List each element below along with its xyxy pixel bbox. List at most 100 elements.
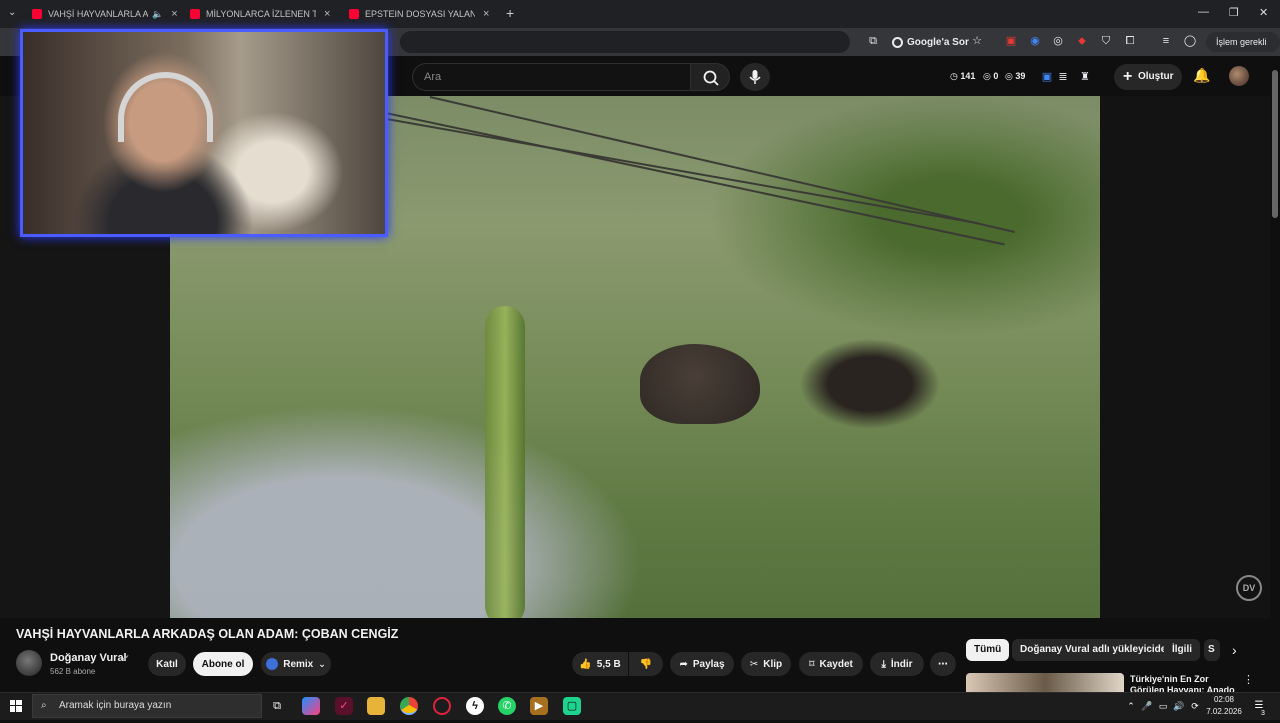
extension-gmail-icon[interactable]: ▣ [1004,34,1018,48]
windows-search-input[interactable]: ⌕ Aramak için buraya yazın [32,694,262,718]
channel-avatar[interactable] [16,650,42,676]
subscriber-count: 562 B abone [50,667,96,676]
tab-epstein[interactable]: EPSTEIN DOSYASI YALAN SÖYL × [349,4,499,24]
profile-icon[interactable]: ◯ [1183,34,1197,48]
app-circle-icon[interactable]: ϟ [466,697,484,715]
sync-icon[interactable]: ⟳ [1186,697,1204,715]
chevron-down-icon: ⌄ [318,658,326,669]
notifications-bell-icon[interactable]: 🔔 [1193,68,1210,82]
save-button[interactable]: ⌑ Kaydet [799,652,863,676]
power-line [319,98,1005,246]
notification-count-badge: 3 [1261,710,1265,717]
microphone-icon [749,70,761,84]
reading-list-icon[interactable]: ≡ [1159,34,1173,48]
chip-all[interactable]: Tümü [966,639,1010,661]
address-bar[interactable] [400,31,850,53]
extension-translate-icon[interactable]: ◉ [1028,34,1042,48]
join-button[interactable]: Katıl [148,652,186,676]
dislike-button[interactable]: 👎 [629,652,663,676]
tab-close-icon[interactable]: × [171,8,177,20]
voice-search-button[interactable] [740,63,770,91]
tab-milyonlarca[interactable]: MİLYONLARCA İZLENEN TREN × [190,4,340,24]
scissors-icon: ✂ [749,658,759,670]
recommendation-title[interactable]: Türkiye'nin En Zor Görülen Hayvanı: Anad… [1130,674,1240,694]
recommendation-thumbnail[interactable] [966,673,1124,693]
search-input[interactable]: Ara [412,63,690,91]
subscribe-button[interactable]: Abone ol [193,652,253,676]
bookmark-star-icon[interactable]: ☆ [970,34,984,48]
search-icon [703,70,719,86]
google-sor-button[interactable]: Google'a Sor [886,33,975,51]
plus-icon: + [1123,68,1133,85]
account-avatar[interactable] [1229,66,1249,86]
bookmark-icon: ⌑ [809,658,815,670]
file-explorer-icon[interactable] [367,697,385,715]
youtube-icon [190,9,200,19]
app-vector-icon[interactable]: ✓ [335,697,353,715]
streamer-webcam-overlay [20,29,388,237]
notification-center-icon[interactable]: ☰ 3 [1250,697,1268,717]
tab-search-chevron-icon[interactable]: ⌄ [8,7,16,18]
task-view-icon[interactable]: ⧉ [268,697,286,715]
power-line [289,101,980,225]
download-icon: ⤓ [881,658,886,670]
update-action-button[interactable]: İşlem gerekli ⋮ [1206,32,1280,67]
create-button[interactable]: + Oluştur [1114,64,1182,90]
verified-check-icon: ✔ [122,653,130,663]
like-button[interactable]: 👍 5,5 B [572,652,628,676]
eye-icon: ◎ [1005,71,1013,81]
youtube-icon [32,9,42,19]
extensions-puzzle-icon[interactable]: ⧠ [1123,34,1137,48]
minimize-icon[interactable]: — [1198,6,1209,18]
tab-close-icon[interactable]: × [324,8,330,20]
scrollbar-thumb[interactable] [1272,70,1278,218]
remix-icon [266,658,279,670]
remix-button[interactable]: Remix ⌄ [261,652,331,676]
media-player-icon[interactable]: ▶ [530,697,548,715]
search-icon: ⌕ [41,700,47,711]
extension-badge-icon[interactable]: ▣ [1040,70,1054,84]
page-background-right [1100,96,1270,618]
channel-watermark-logo[interactable]: DV [1236,575,1262,601]
more-vertical-icon[interactable]: ⋮ [1243,673,1254,686]
headphones-figure [118,72,213,142]
copilot-icon[interactable] [302,697,320,715]
extension-globe-icon[interactable]: ◎ [1051,34,1065,48]
clip-button[interactable]: ✂ Klip [741,652,791,676]
share-arrow-icon: ➦ [679,658,688,670]
more-horizontal-icon: ⋯ [938,658,948,670]
eye-icon: ◎ [983,71,991,81]
chip-from-uploader[interactable]: Doğanay Vural adlı yükleyiciden [1012,639,1181,661]
chevron-right-icon[interactable]: › [1232,642,1237,658]
extension-shield-icon[interactable]: ⛉ [1099,34,1113,48]
chip-partial[interactable]: S [1204,639,1220,661]
channel-name[interactable]: Doğanay Vural [50,652,127,664]
download-button[interactable]: ⤓ İndir [870,652,924,676]
app-screen-icon[interactable]: ▢ [563,697,581,715]
extension-trophy-icon[interactable]: ♜ [1078,70,1092,84]
windows-start-icon[interactable] [7,697,25,715]
more-actions-button[interactable]: ⋯ [930,652,956,676]
windows-logo-icon [10,700,22,712]
extension-pin-icon[interactable]: ⬥ [1075,34,1089,48]
window-close-icon[interactable]: ✕ [1259,6,1268,19]
chrome-icon[interactable] [400,697,418,715]
tab-close-icon[interactable]: × [483,8,489,20]
search-button[interactable] [690,63,730,91]
thumbs-down-icon: 👎 [639,658,653,670]
clock-icon: ◷ [950,71,958,81]
whatsapp-icon[interactable]: ✆ [498,697,516,715]
google-lens-icon [892,36,903,48]
tab-vahsi-hayvanlar[interactable]: VAHŞİ HAYVANLARLA ARKA 🔈 × [32,4,182,24]
stat-eye: ◎ 0 [983,71,999,81]
thumbs-up-icon: 👍 [579,658,592,670]
restore-icon[interactable]: ❐ [1229,6,1239,19]
taskbar-clock[interactable]: 02:08 7.02.2026 [1204,694,1244,718]
extension-list-icon[interactable]: ≣ [1056,70,1070,84]
cast-icon[interactable]: ⧉ [866,34,880,48]
opera-gx-icon[interactable] [433,697,451,715]
chip-related[interactable]: İlgili [1164,639,1200,661]
speaker-icon[interactable]: 🔈 [152,9,163,20]
new-tab-icon[interactable]: + [506,5,514,21]
share-button[interactable]: ➦ Paylaş [670,652,734,676]
